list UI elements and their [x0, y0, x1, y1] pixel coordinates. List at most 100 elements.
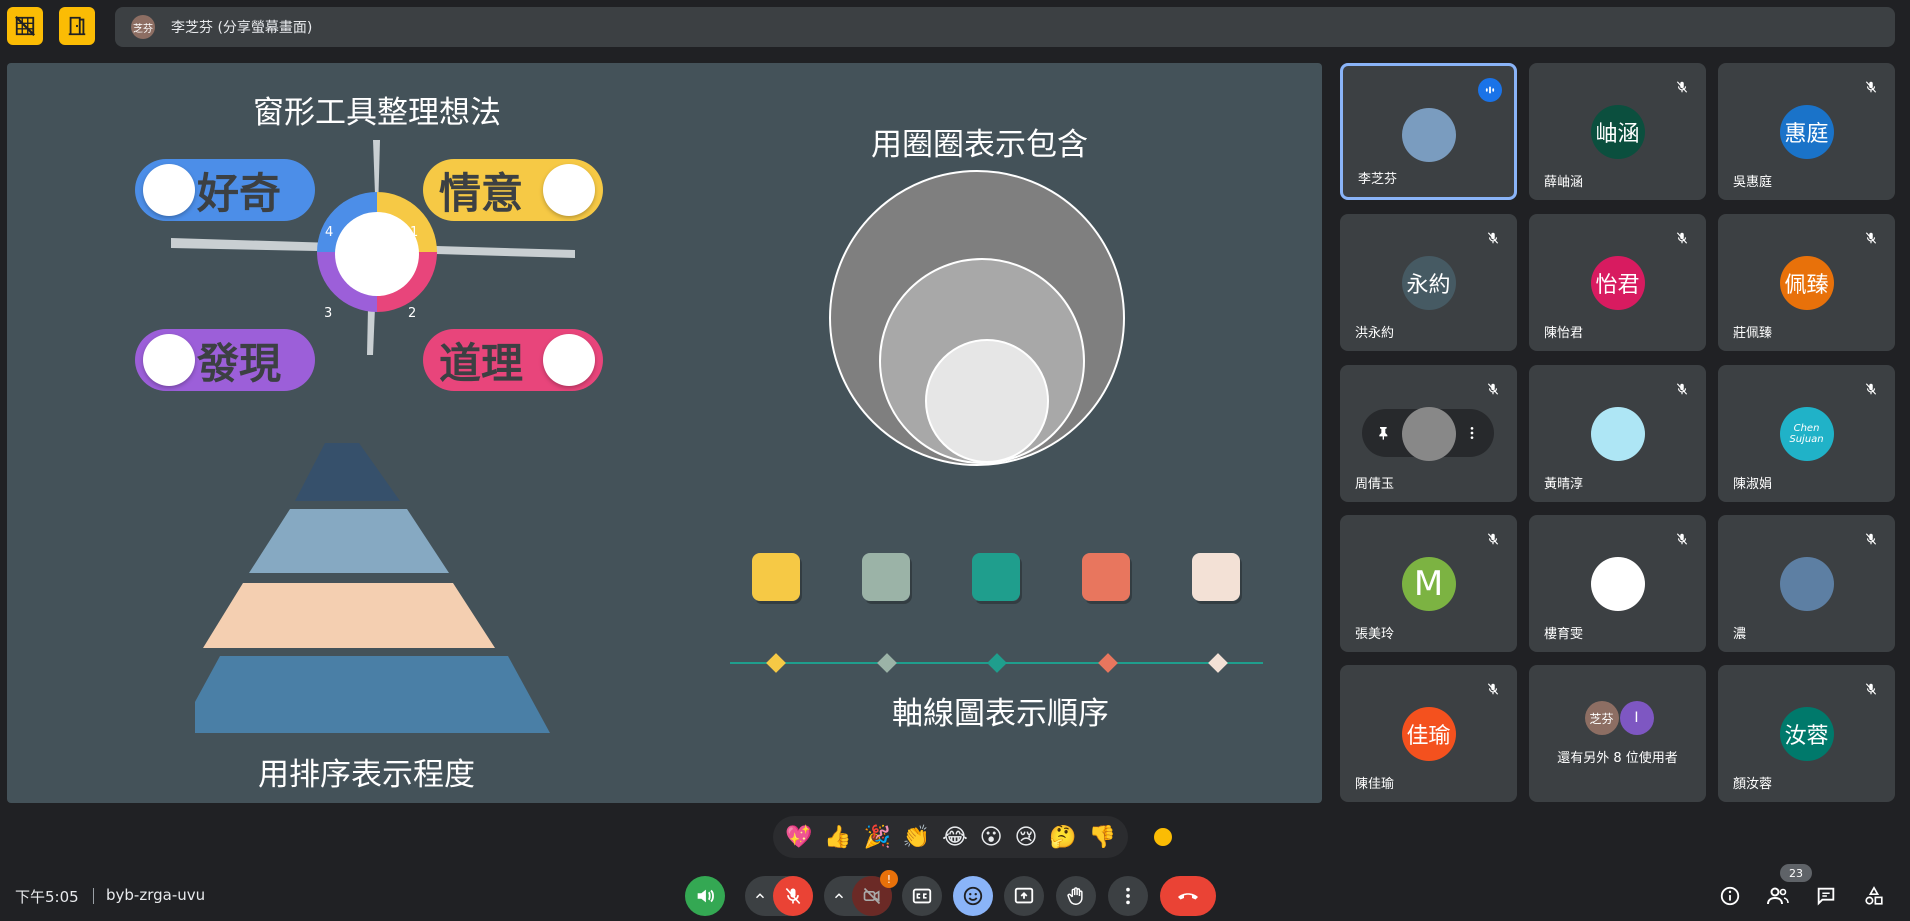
hand-icon — [1067, 887, 1083, 905]
timeline-marker-5 — [1208, 653, 1228, 673]
presenter-bar[interactable]: 芝芬 李芝芬 (分享螢幕畫面) — [115, 7, 1895, 47]
avatar: 惠庭 — [1779, 105, 1834, 159]
chevron-up-icon — [834, 893, 844, 899]
more-vert-icon — [1126, 887, 1130, 905]
slide-title-timeline: 軸線圖表示順序 — [892, 696, 1109, 732]
reaction-laugh[interactable]: 😂 — [942, 825, 968, 850]
participant-name: 還有另外 8 位使用者 — [1557, 751, 1678, 766]
mic-toggle-button[interactable] — [773, 876, 813, 916]
wheel-number-3: 3 — [324, 306, 333, 321]
pin-button[interactable] — [1372, 421, 1396, 445]
more-options-button[interactable] — [1108, 876, 1148, 916]
participant-name: 黃晴淳 — [1544, 477, 1584, 492]
participant-name: 吳惠庭 — [1733, 175, 1773, 190]
mic-off-icon — [1859, 377, 1883, 401]
mic-off-icon — [1481, 677, 1505, 701]
participant-tile[interactable]: M 張美玲 — [1340, 515, 1517, 652]
activities-button[interactable] — [1860, 882, 1888, 910]
participant-tile[interactable]: 黃晴淳 — [1529, 365, 1706, 502]
participant-tile[interactable]: 岫涵 薛岫涵 — [1529, 63, 1706, 200]
participant-name: 周倩玉 — [1355, 477, 1395, 492]
participant-tile[interactable]: 周倩玉 — [1340, 365, 1517, 502]
participant-tile[interactable]: 永約 洪永約 — [1340, 214, 1517, 351]
camera-group[interactable]: ! — [824, 870, 898, 916]
people-button[interactable] — [1764, 882, 1792, 910]
participant-name: 濃 — [1733, 627, 1747, 642]
pill-knob — [543, 334, 595, 386]
color-swatch-4 — [1082, 553, 1130, 601]
reaction-heart[interactable]: 💖 — [785, 825, 812, 850]
participant-tile[interactable]: 汝蓉 顏汝蓉 — [1718, 665, 1895, 802]
participant-tile[interactable]: 佩臻 莊佩臻 — [1718, 214, 1895, 351]
captions-button[interactable] — [902, 876, 942, 916]
emoji-button[interactable] — [953, 876, 993, 916]
wheel-number-2: 2 — [408, 306, 417, 321]
layout-off-button[interactable] — [7, 7, 43, 45]
slide-title-pyramid: 用排序表示程度 — [258, 757, 475, 793]
participant-tile[interactable]: 濃 — [1718, 515, 1895, 652]
nested-circles-graphic — [829, 170, 1125, 466]
color-swatch-5 — [1192, 553, 1240, 601]
tile-more-button[interactable] — [1460, 421, 1484, 445]
reaction-sad[interactable]: 😢 — [1014, 825, 1037, 850]
closed-caption-icon — [912, 888, 932, 904]
mic-off-icon — [1481, 527, 1505, 551]
timeline-marker-1 — [766, 653, 786, 673]
reaction-thinking[interactable]: 🤔 — [1049, 825, 1076, 850]
slide-title-circles: 用圈圈表示包含 — [871, 127, 1088, 163]
mic-off-icon — [1670, 527, 1694, 551]
reaction-party[interactable]: 🎉 — [864, 825, 891, 850]
participant-tile[interactable]: 樓育雯 — [1529, 515, 1706, 652]
participant-tile[interactable]: 芝芬 I 還有另外 8 位使用者 — [1529, 665, 1706, 802]
call-end-icon — [1178, 893, 1198, 900]
reaction-clap[interactable]: 👏 — [903, 825, 930, 850]
mic-off-icon — [1670, 377, 1694, 401]
mic-off-icon — [1481, 377, 1505, 401]
reaction-thumbs-up[interactable]: 👍 — [824, 825, 851, 850]
participant-tile[interactable]: Chen Sujuan 陳淑娟 — [1718, 365, 1895, 502]
mic-off-icon — [1859, 75, 1883, 99]
mic-off-icon — [1670, 75, 1694, 99]
pill-label: 道理 — [439, 338, 524, 388]
mic-off-icon — [1859, 527, 1883, 551]
present-to-all-icon — [1014, 887, 1034, 904]
avatar — [1590, 407, 1645, 461]
people-icon — [1767, 887, 1789, 905]
mic-off-icon — [785, 887, 801, 905]
avatar: I — [1619, 701, 1654, 735]
presenter-avatar: 芝芬 — [131, 15, 155, 39]
reaction-surprised[interactable]: 😮 — [980, 825, 1003, 850]
smiley-icon — [963, 886, 983, 906]
microphone-group[interactable] — [745, 876, 813, 916]
present-screen-button[interactable] — [1004, 876, 1044, 916]
avatar — [1779, 557, 1834, 611]
slide-title-windows: 窗形工具整理想法 — [253, 95, 501, 131]
speaker-button[interactable] — [685, 876, 725, 916]
color-swatch-3 — [972, 553, 1020, 601]
volume-icon — [697, 889, 714, 903]
pill-label: 情意 — [439, 168, 524, 218]
avatar: 怡君 — [1590, 256, 1645, 310]
leave-call-button[interactable] — [1160, 876, 1216, 916]
reaction-thumbs-down[interactable]: 👎 — [1089, 825, 1116, 850]
pill-label: 發現 — [197, 338, 282, 388]
shapes-icon — [1865, 886, 1883, 905]
raise-hand-button[interactable] — [1056, 876, 1096, 916]
skin-tone-button[interactable] — [1152, 826, 1174, 848]
participant-tile[interactable]: 惠庭吳惠庭 — [1718, 63, 1895, 200]
participant-tile[interactable]: 佳瑜 陳佳瑜 — [1340, 665, 1517, 802]
participant-name: 李芝芬 — [1358, 172, 1398, 187]
pill-reason: 道理 — [423, 329, 603, 391]
companion-mode-button[interactable] — [59, 7, 95, 45]
more-vert-icon — [1470, 427, 1474, 439]
chat-button[interactable] — [1812, 882, 1840, 910]
grid-off-icon — [15, 16, 35, 36]
pill-knob — [543, 164, 595, 216]
people-count-badge: 23 — [1780, 864, 1812, 882]
participant-tile[interactable]: 李芝芬 — [1340, 63, 1517, 200]
meeting-info-button[interactable] — [1716, 882, 1744, 910]
avatar — [1590, 557, 1645, 611]
wheel-number-4: 4 — [325, 225, 334, 240]
participant-tile[interactable]: 怡君 陳怡君 — [1529, 214, 1706, 351]
avatar: 岫涵 — [1590, 105, 1645, 159]
